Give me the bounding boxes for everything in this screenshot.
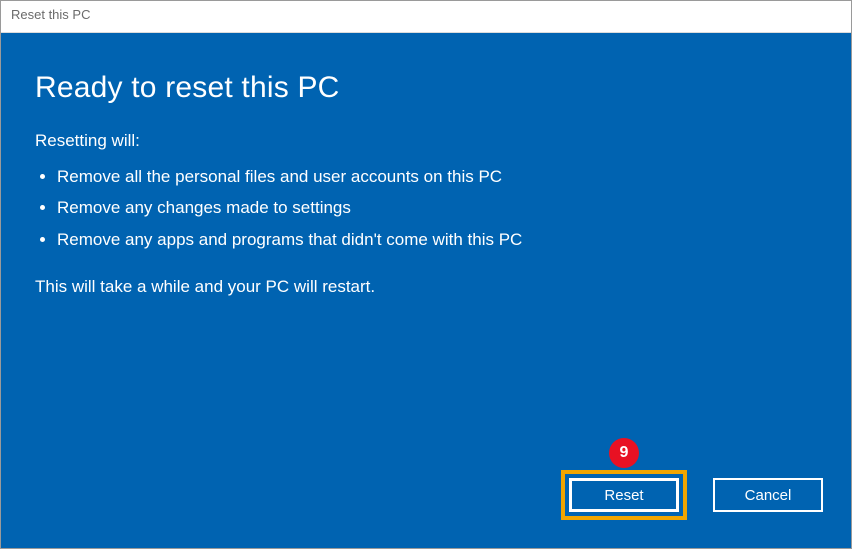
list-item: Remove any changes made to settings: [57, 192, 817, 223]
step-highlight: 9 Reset: [561, 470, 687, 520]
content-pane: Ready to reset this PC Resetting will: R…: [1, 33, 851, 548]
list-item: Remove any apps and programs that didn't…: [57, 224, 817, 255]
button-row: 9 Reset Cancel: [561, 470, 823, 520]
reset-button[interactable]: Reset: [569, 478, 679, 512]
subheading: Resetting will:: [35, 131, 817, 151]
window-title: Reset this PC: [11, 7, 90, 22]
cancel-button[interactable]: Cancel: [713, 478, 823, 512]
window-titlebar: Reset this PC: [1, 1, 851, 33]
reset-pc-window: Reset this PC Ready to reset this PC Res…: [0, 0, 852, 549]
list-item: Remove all the personal files and user a…: [57, 161, 817, 192]
restart-note: This will take a while and your PC will …: [35, 277, 817, 297]
step-badge: 9: [609, 438, 639, 468]
reset-effects-list: Remove all the personal files and user a…: [35, 161, 817, 255]
page-heading: Ready to reset this PC: [35, 71, 817, 105]
